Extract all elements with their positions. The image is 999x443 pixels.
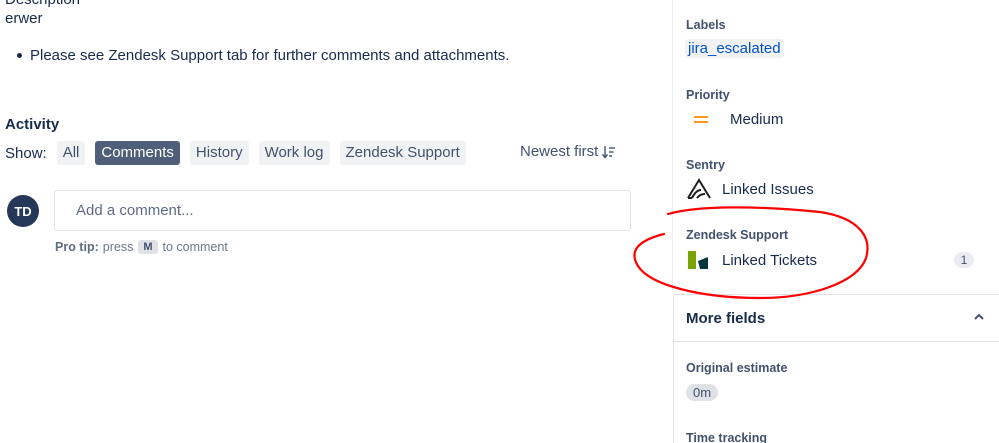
sort-order-label: Newest first — [520, 143, 599, 160]
pro-tip-pre: press — [102, 240, 134, 254]
sidebar-divider — [672, 0, 673, 290]
more-fields-toggle[interactable]: More fields — [673, 294, 999, 342]
zendesk-value-text: Linked Tickets — [722, 251, 818, 269]
add-comment-input[interactable]: Add a comment... — [54, 190, 631, 231]
filter-worklog-button[interactable]: Work log — [258, 141, 330, 165]
sort-order-button[interactable]: Newest first — [520, 143, 616, 160]
zendesk-icon — [688, 251, 708, 269]
bullet-text: Please see Zendesk Support tab for furth… — [30, 47, 510, 64]
filter-all-button[interactable]: All — [56, 141, 86, 165]
pro-tip-post: to comment — [162, 240, 228, 254]
show-label: Show: — [5, 144, 47, 162]
sentry-value-text: Linked Issues — [722, 180, 814, 198]
description-bullet: Please see Zendesk Support tab for furth… — [17, 47, 509, 64]
sort-descending-icon — [602, 145, 616, 159]
linked-tickets-count-badge: 1 — [954, 252, 974, 268]
keyboard-shortcut-key: M — [138, 240, 158, 254]
activity-filter-bar: Show: All Comments History Work log Zend… — [5, 141, 476, 165]
description-heading-cut: Description — [5, 0, 80, 8]
sentry-linked-issues[interactable]: Linked Issues — [686, 178, 814, 200]
pro-tip-label: Pro tip: — [55, 240, 99, 254]
more-fields-panel — [673, 342, 999, 443]
pro-tip: Pro tip: press M to comment — [55, 240, 228, 254]
activity-title: Activity — [5, 116, 60, 133]
chevron-up-icon — [974, 313, 984, 320]
original-estimate-label: Original estimate — [686, 361, 788, 375]
filter-history-button[interactable]: History — [189, 141, 249, 165]
description-text: erwer — [5, 10, 43, 27]
sentry-icon — [687, 178, 711, 199]
priority-value-text: Medium — [730, 111, 784, 128]
filter-comments-button[interactable]: Comments — [95, 141, 180, 165]
label-tag-jira-escalated[interactable]: jira_escalated — [685, 39, 784, 58]
user-avatar[interactable]: TD — [7, 195, 39, 227]
more-fields-label: More fields — [686, 309, 766, 327]
zendesk-field-label: Zendesk Support — [686, 228, 789, 242]
labels-field-label: Labels — [686, 18, 726, 32]
original-estimate-value[interactable]: 0m — [686, 384, 719, 401]
sentry-field-label: Sentry — [686, 158, 725, 172]
priority-value[interactable]: Medium — [686, 111, 783, 128]
bullet-dot — [17, 53, 22, 58]
priority-field-label: Priority — [686, 88, 730, 102]
filter-zendesk-support-button[interactable]: Zendesk Support — [339, 141, 466, 165]
priority-medium-icon — [694, 113, 708, 126]
time-tracking-label: Time tracking — [686, 431, 768, 443]
zendesk-linked-tickets[interactable]: Linked Tickets — [686, 249, 817, 271]
